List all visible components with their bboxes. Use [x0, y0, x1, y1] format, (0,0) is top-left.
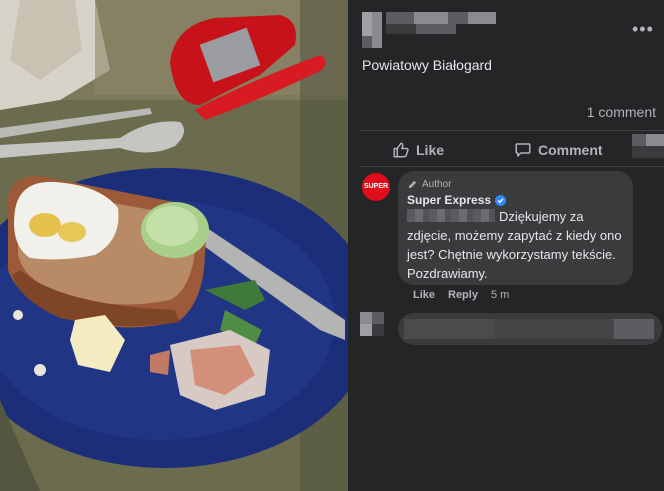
post-text: Powiatowy Białogard [362, 57, 492, 73]
pixel-block [414, 12, 448, 24]
pixel-block [372, 12, 382, 24]
pixel-block [386, 24, 416, 34]
like-button-label: Like [416, 142, 445, 158]
blurred-icons[interactable] [614, 319, 654, 339]
comment-button[interactable]: Comment [514, 139, 603, 161]
facebook-post-panel: ••• Powiatowy Białogard 1 comment Like C… [348, 0, 664, 491]
comment-bubble: Author Super Express Dziękujemy za zdjęc… [398, 171, 633, 285]
egg-yolk-2 [58, 222, 86, 242]
pixel-block [632, 146, 664, 158]
comment-timestamp: 5 m [491, 289, 510, 301]
blurred-placeholder [494, 319, 614, 339]
pixel-block [468, 12, 496, 24]
pixel-block [632, 134, 646, 146]
commenter-name[interactable]: Super Express [407, 193, 491, 207]
blurred-placeholder [404, 319, 494, 339]
commenter-avatar[interactable]: SUPER [362, 173, 390, 201]
pixel-block [386, 12, 414, 24]
comment-reply-link[interactable]: Reply [448, 289, 478, 301]
pixel-block [360, 312, 372, 324]
pixel-block [372, 24, 382, 48]
author-badge-label: Author [422, 179, 452, 190]
write-comment-input[interactable] [398, 313, 662, 345]
pixel-block [362, 24, 372, 36]
comment-button-label: Comment [538, 142, 603, 158]
author-badge: Author [407, 179, 451, 190]
commenter-name-row[interactable]: Super Express [407, 193, 507, 207]
avatar-logo-text: SUPER [363, 183, 389, 190]
crumb [34, 364, 46, 376]
comment-body: Dziękujemy za zdjęcie, możemy zapytać z … [407, 207, 627, 283]
divider-top [360, 130, 664, 131]
post-photo[interactable] [0, 0, 348, 491]
pixel-block [372, 312, 384, 324]
like-button[interactable]: Like [392, 139, 444, 161]
speech-bubble-icon [515, 143, 531, 157]
comment-count[interactable]: 1 comment [587, 104, 656, 120]
verified-badge-icon [495, 194, 507, 206]
egg-yolk [29, 213, 61, 237]
pixel-block [448, 12, 468, 24]
pencil-icon [408, 180, 417, 189]
more-options-icon[interactable]: ••• [632, 20, 654, 38]
pixel-block [362, 36, 372, 48]
divider-bottom [360, 166, 664, 167]
blurred-mention[interactable] [407, 209, 495, 222]
thumb-up-icon [393, 142, 409, 158]
pixel-block [416, 24, 456, 34]
pixel-block [372, 324, 384, 336]
food-photo-illustration [0, 0, 348, 491]
crumb-2 [13, 310, 23, 320]
comment-like-link[interactable]: Like [413, 289, 435, 301]
cucumber-flesh [146, 206, 198, 246]
screenshot-frame: ••• Powiatowy Białogard 1 comment Like C… [0, 0, 664, 491]
pixel-block [360, 324, 372, 336]
pixel-block [362, 12, 372, 24]
pixel-block [646, 134, 664, 146]
